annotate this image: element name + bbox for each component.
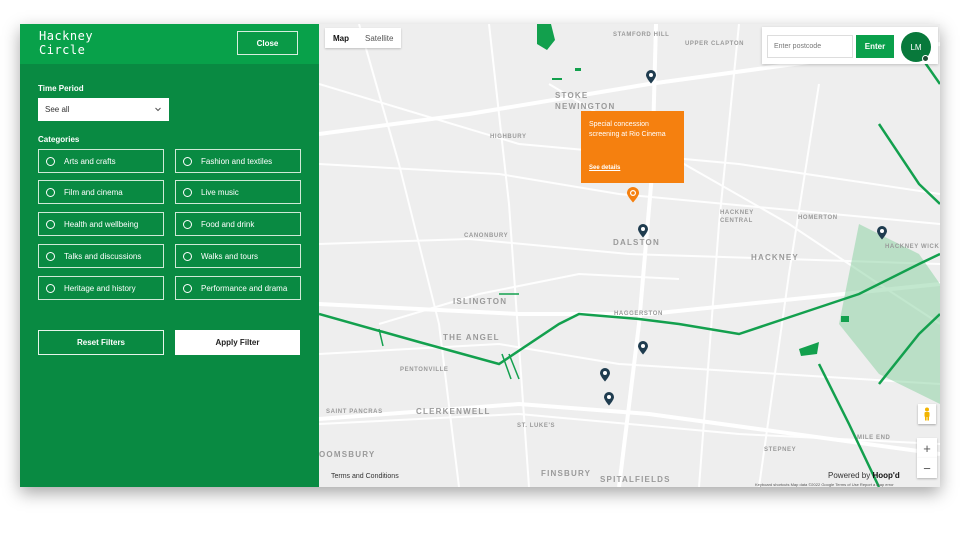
radio-icon [46,283,55,293]
category-label: Walks and tours [201,251,259,261]
map-label-stoke-newington: STOKE NEWINGTON [555,91,616,111]
category-label: Live music [201,187,239,197]
time-period-value: See all [45,105,70,114]
street-view-pegman-icon[interactable] [918,404,936,424]
brand-logo: Hackney Circle [39,29,94,57]
map-label-haggerston: HAGGERSTON [614,311,663,317]
map-label-stamford-hill: STAMFORD HILL [613,32,670,38]
powered-prefix: Powered by [828,471,871,480]
close-button[interactable]: Close [237,31,298,55]
zoom-in-button[interactable]: + [917,438,937,458]
map-label-homerton: HOMERTON [798,215,838,221]
category-walks-and-tours[interactable]: Walks and tours [175,244,301,268]
map-view-tab[interactable]: Map [325,28,357,48]
event-popup-text: Special concession screening at Rio Cine… [589,121,666,138]
map-label-islington: ISLINGTON [453,297,508,306]
radio-icon [183,219,192,229]
apply-filter-button[interactable]: Apply Filter [175,330,300,355]
avatar-menu-icon[interactable] [922,55,929,62]
event-marker[interactable] [876,225,888,240]
map-label-mile-end: MILE END [857,435,891,441]
postcode-search-panel: Enter postcode Enter LM [762,27,938,64]
categories-label: Categories [38,135,80,144]
event-popup: Special concession screening at Rio Cine… [581,111,684,183]
event-marker[interactable] [637,340,649,355]
map-label-the-angel: THE ANGEL [443,333,500,342]
category-film-and-cinema[interactable]: Film and cinema [38,180,164,204]
powered-by: Powered by Hoop'd [828,471,900,480]
event-marker[interactable] [599,367,611,382]
category-arts-and-crafts[interactable]: Arts and crafts [38,149,164,173]
category-fashion-and-textiles[interactable]: Fashion and textiles [175,149,301,173]
map-label-clerkenwell: CLERKENWELL [416,407,491,416]
category-food-and-drink[interactable]: Food and drink [175,212,301,236]
map-label-hackney-central: HACKNEY CENTRAL [720,210,754,224]
terms-link[interactable]: Terms and Conditions [331,473,399,480]
time-period-select[interactable]: See all [38,98,169,121]
radio-icon [46,219,55,229]
radio-icon [183,283,192,293]
category-label: Film and cinema [64,187,123,197]
reset-filters-button[interactable]: Reset Filters [38,330,164,355]
category-label: Talks and discussions [64,251,142,261]
category-health-and-wellbeing[interactable]: Health and wellbeing [38,212,164,236]
category-label: Arts and crafts [64,156,116,166]
zoom-out-button[interactable]: − [917,458,937,478]
event-marker[interactable] [637,223,649,238]
category-label: Health and wellbeing [64,219,139,229]
map-label-highbury: HIGHBURY [490,134,527,140]
time-period-label: Time Period [38,84,84,93]
radio-icon [183,251,192,261]
selected-event-marker[interactable] [626,186,640,203]
radio-icon [183,156,192,166]
category-label: Performance and drama [201,283,288,293]
powered-brand: Hoop'd [872,471,900,480]
sidebar-header: Hackney Circle Close [20,24,319,64]
map-label-pentonville: PENTONVILLE [400,367,449,373]
map-label-spitalfields: SPITALFIELDS [600,475,671,484]
radio-icon [46,156,55,166]
category-label: Food and drink [201,219,255,229]
map-label-saint-pancras: SAINT PANCRAS [326,409,383,415]
radio-icon [46,187,55,197]
radio-icon [46,251,55,261]
category-performance-and-drama[interactable]: Performance and drama [175,276,301,300]
map-type-toggle: Map Satellite [325,28,402,48]
map-label-dalston: DALSTON [613,238,660,247]
map-attribution: Keyboard shortcuts Map data ©2022 Google… [755,482,894,487]
map-label-canonbury: CANONBURY [464,233,509,239]
map-label-hackney: HACKNEY [751,253,799,262]
postcode-input[interactable]: Enter postcode [767,35,853,58]
see-details-link[interactable]: See details [589,163,620,173]
map-label-bloomsbury: OOMSBURY [319,450,376,459]
map-label-finsbury: FINSBURY [541,469,592,478]
chevron-down-icon [155,107,161,112]
map-label-stepney: STEPNEY [764,447,797,453]
map-label-st-lukes: ST. LUKE'S [517,423,556,429]
category-live-music[interactable]: Live music [175,180,301,204]
map-view[interactable]: STAMFORD HILL UPPER CLAPTON STOKE NEWING… [319,24,940,487]
category-label: Fashion and textiles [201,156,273,166]
category-talks-and-discussions[interactable]: Talks and discussions [38,244,164,268]
radio-icon [183,187,192,197]
map-label-upper-clapton: UPPER CLAPTON [685,41,745,47]
category-label: Heritage and history [64,283,136,293]
satellite-view-tab[interactable]: Satellite [357,28,401,48]
map-label-hackney-wick: HACKNEY WICK [885,244,940,250]
category-heritage-and-history[interactable]: Heritage and history [38,276,164,300]
filter-sidebar: Hackney Circle Close Time Period See all… [20,24,319,487]
app-window: Hackney Circle Close Time Period See all… [20,24,940,487]
event-marker[interactable] [603,391,615,406]
enter-button[interactable]: Enter [856,35,894,58]
event-marker[interactable] [645,69,657,84]
